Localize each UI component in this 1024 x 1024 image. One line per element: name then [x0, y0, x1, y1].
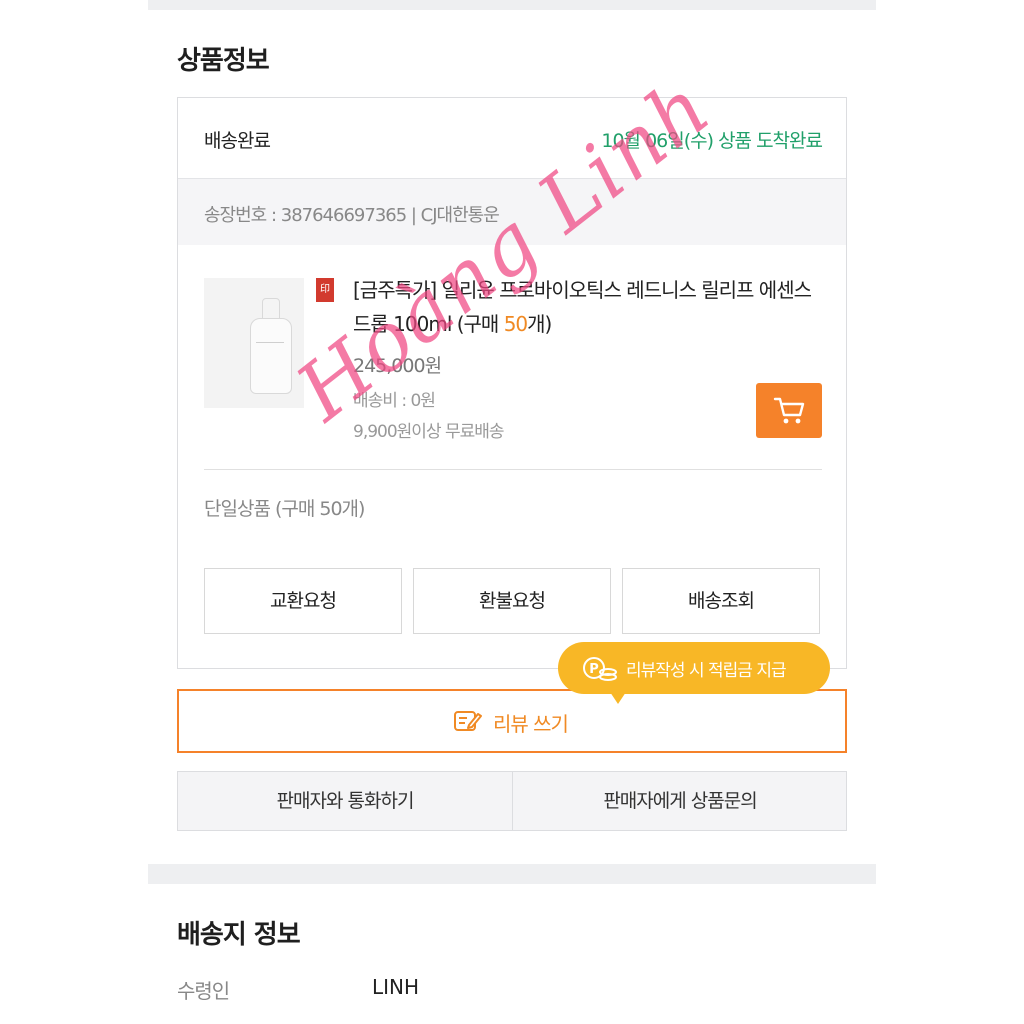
tooltip-text: 리뷰작성 시 적립금 지급	[626, 661, 787, 681]
product-qty: 50	[503, 312, 528, 336]
shipping-section-title: 배송지 정보	[177, 920, 301, 950]
point-coin-icon: P	[583, 657, 617, 681]
section-separator	[148, 864, 876, 884]
add-to-cart-button[interactable]	[756, 383, 822, 438]
product-section-title: 상품정보	[177, 46, 270, 76]
tooltip-tail	[610, 692, 626, 704]
option-summary: 단일상품 (구매 50개)	[204, 498, 365, 520]
seller-inquiry-button[interactable]: 판매자에게 상품문의	[513, 772, 847, 830]
refund-request-button[interactable]: 환불요청	[413, 568, 611, 634]
seller-contact-bar: 판매자와 통화하기 판매자에게 상품문의	[177, 771, 847, 831]
call-seller-button[interactable]: 판매자와 통화하기	[178, 772, 512, 830]
pencil-note-icon	[454, 711, 482, 731]
write-review-label: 리뷰 쓰기	[493, 712, 569, 736]
product-thumbnail[interactable]	[204, 278, 304, 408]
tracking-number[interactable]: 송장번호 : 387646697365 | CJ대한통운	[204, 201, 500, 227]
product-name-suffix: 개)	[527, 312, 552, 336]
receiver-label: 수령인	[177, 979, 230, 1003]
top-separator	[148, 0, 876, 10]
delivery-status: 배송완료	[204, 130, 271, 152]
receiver-value: LINH	[372, 975, 420, 999]
review-reward-tooltip: P 리뷰작성 시 적립금 지급	[558, 642, 830, 704]
delivery-status-row: 배송완료 10월 06일(수) 상품 도착완료	[178, 98, 846, 179]
exchange-request-button[interactable]: 교환요청	[204, 568, 402, 634]
brand-stamp-icon: 印	[316, 278, 334, 302]
track-delivery-button[interactable]: 배송조회	[622, 568, 820, 634]
free-shipping-note: 9,900원이상 무료배송	[353, 422, 505, 442]
write-review-button[interactable]: 리뷰 쓰기	[177, 689, 847, 753]
cart-icon	[773, 397, 805, 424]
divider	[204, 469, 822, 470]
svg-text:P: P	[589, 662, 599, 677]
